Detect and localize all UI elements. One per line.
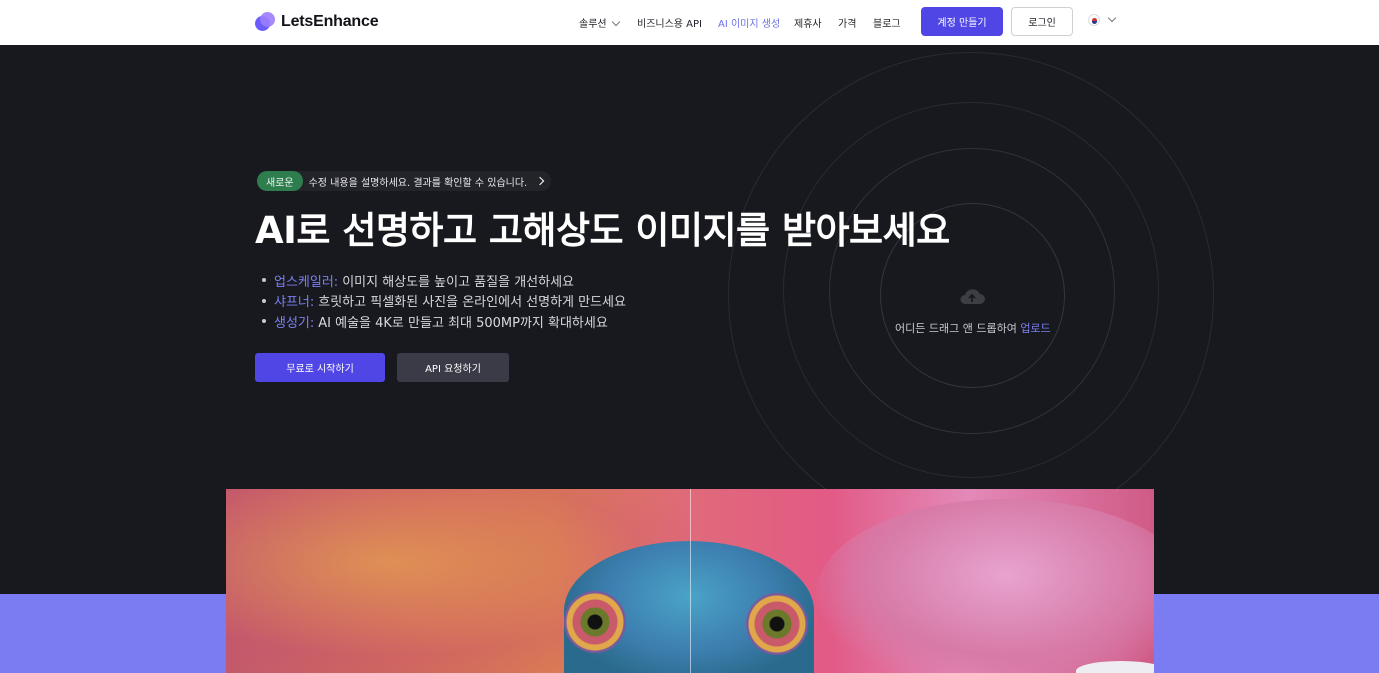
- nav-item-label: 솔루션: [579, 19, 607, 30]
- announcement-banner[interactable]: 새로운 수정 내용을 설명하세요. 결과를 확인할 수 있습니다.: [257, 171, 552, 191]
- comparison-slider-handle[interactable]: [690, 489, 691, 673]
- list-item: 생성기: AI 예술을 4K로 만들고 최대 500MP까지 확대하세요: [262, 311, 626, 332]
- nav-item-business-api[interactable]: 비즈니스용 API: [637, 15, 702, 30]
- upload-link[interactable]: 업로드: [1020, 322, 1050, 335]
- create-account-button[interactable]: 계정 만들기: [921, 7, 1003, 36]
- bullet-icon: [262, 278, 266, 283]
- language-selector[interactable]: [1088, 13, 1117, 26]
- logo[interactable]: LetsEnhance: [255, 12, 379, 32]
- login-button[interactable]: 로그인: [1011, 7, 1073, 36]
- feature-text: AI 예술을 4K로 만들고 최대 500MP까지 확대하세요: [318, 315, 608, 331]
- nav-item-ai-image-generation[interactable]: AI 이미지 생성: [718, 15, 780, 30]
- chevron-down-icon: [1107, 13, 1117, 23]
- feature-text: 이미지 해상도를 높이고 품질을 개선하세요: [342, 274, 574, 290]
- nav-item-pricing[interactable]: 가격: [838, 15, 856, 30]
- page-title: AI로 선명하고 고해상도 이미지를 받아보세요: [255, 209, 950, 252]
- start-free-button[interactable]: 무료로 시작하기: [255, 353, 385, 382]
- list-item: 샤프너: 흐릿하고 픽셀화된 사진을 온라인에서 선명하게 만드세요: [262, 291, 626, 312]
- new-badge: 새로운: [257, 171, 303, 191]
- feature-text: 흐릿하고 픽셀화된 사진을 온라인에서 선명하게 만드세요: [318, 295, 626, 311]
- background-flower: [816, 499, 1154, 673]
- announcement-text: 수정 내용을 설명하세요. 결과를 확인할 수 있습니다.: [308, 177, 528, 189]
- nav-item-blog[interactable]: 블로그: [873, 15, 901, 30]
- upload-hint: 어디든 드래그 앤 드롭하여 업로드: [895, 320, 1051, 336]
- before-after-image[interactable]: [226, 489, 1154, 673]
- chevron-right-icon: [536, 176, 545, 186]
- feature-keyword[interactable]: 생성기:: [274, 312, 314, 331]
- list-item: 업스케일러: 이미지 해상도를 높이고 품질을 개선하세요: [262, 270, 626, 291]
- upload-hint-text: 어디든 드래그 앤 드롭하여: [895, 322, 1017, 335]
- request-api-button[interactable]: API 요청하기: [397, 353, 509, 382]
- cloud-upload-icon: [960, 289, 985, 304]
- logo-text: LetsEnhance: [281, 13, 379, 30]
- chameleon-eye: [564, 591, 626, 653]
- chameleon-eye: [746, 593, 808, 655]
- chevron-down-icon: [611, 17, 620, 27]
- feature-list: 업스케일러: 이미지 해상도를 높이고 품질을 개선하세요 샤프너: 흐릿하고 …: [262, 270, 626, 332]
- bullet-icon: [262, 298, 266, 303]
- korea-flag-icon: [1088, 14, 1100, 26]
- top-navigation: LetsEnhance 솔루션 비즈니스용 API AI 이미지 생성 제휴사 …: [0, 0, 1379, 45]
- feature-keyword[interactable]: 업스케일러:: [274, 271, 338, 290]
- bullet-icon: [262, 319, 266, 324]
- nav-item-partners[interactable]: 제휴사: [794, 15, 822, 30]
- feature-keyword[interactable]: 샤프너:: [274, 291, 314, 310]
- nav-item-solutions[interactable]: 솔루션: [579, 15, 620, 30]
- logo-icon: [255, 12, 275, 32]
